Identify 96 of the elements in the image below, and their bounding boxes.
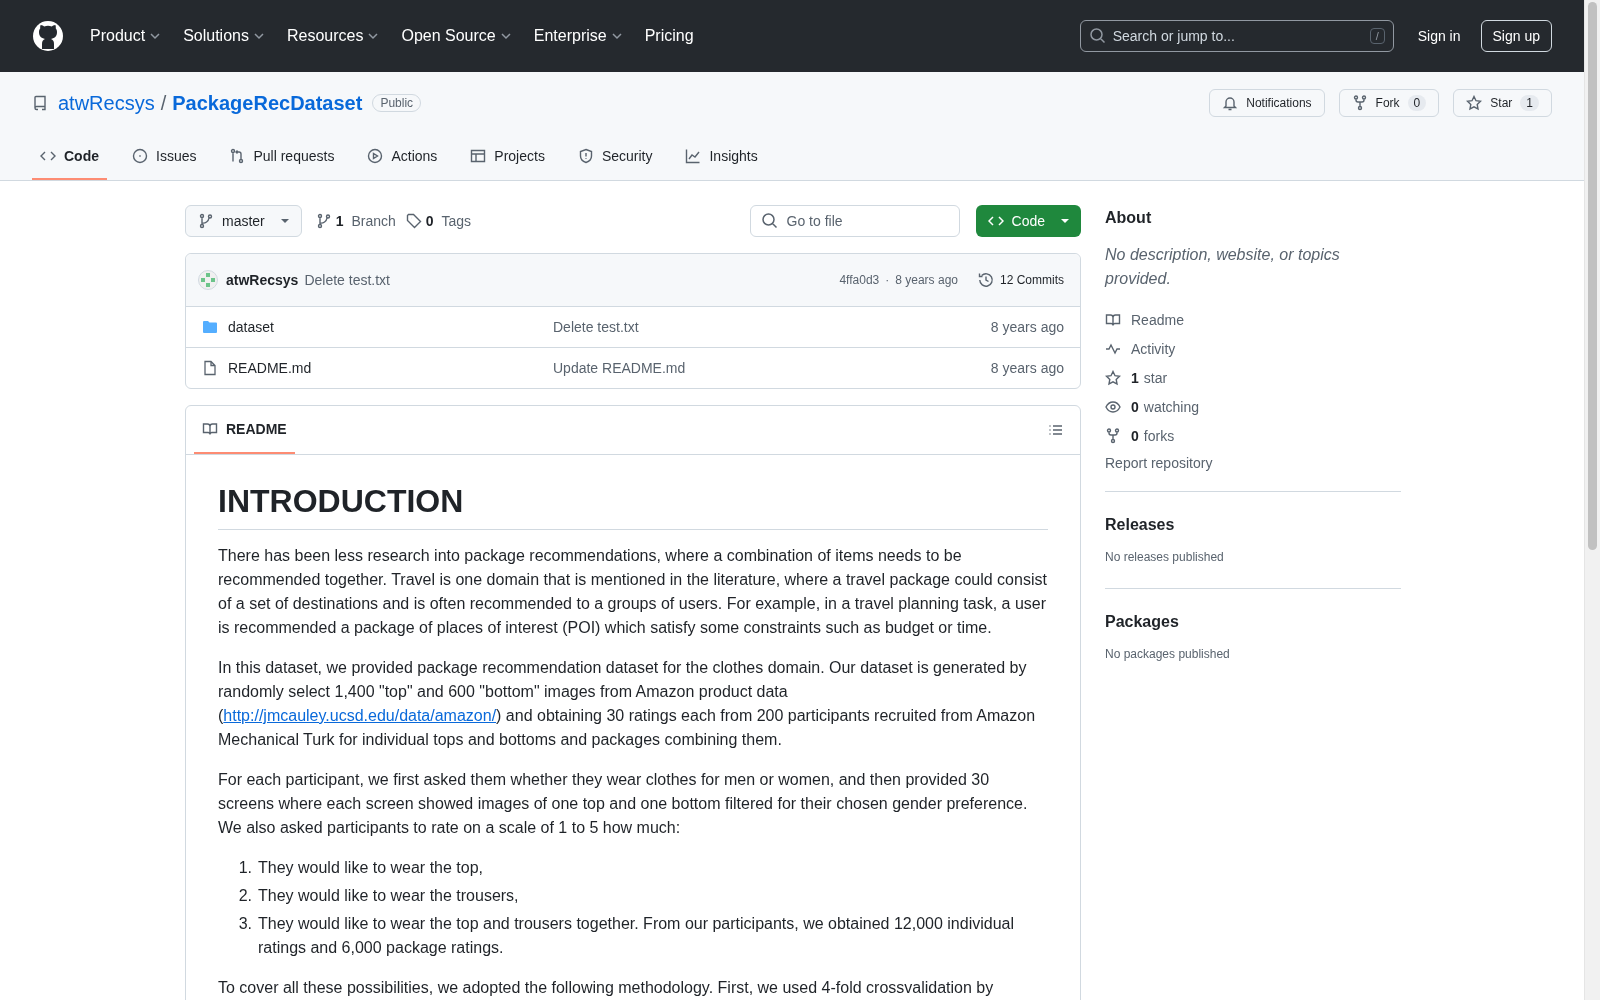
logo-icon[interactable] <box>32 20 64 52</box>
branches-link[interactable]: 1 Branch <box>315 213 396 229</box>
commit-message-link[interactable]: Delete test.txt <box>553 319 991 335</box>
fork-icon <box>1105 427 1121 444</box>
branch-icon <box>315 213 332 229</box>
star-icon <box>1466 95 1483 111</box>
list-number: 2. <box>237 886 252 906</box>
folder-icon <box>202 319 218 335</box>
repo-tab[interactable]: Pull requests <box>221 140 343 180</box>
file-name-link[interactable]: dataset <box>228 319 553 335</box>
report-repository-link[interactable]: Report repository <box>1105 455 1401 492</box>
history-icon <box>978 272 994 288</box>
sign-in-link[interactable]: Sign in <box>1417 28 1461 44</box>
bell-icon <box>1222 95 1239 111</box>
section-heading: Packages <box>1105 613 1180 631</box>
sidebar-link[interactable]: Activity <box>1105 334 1401 363</box>
tags-link[interactable]: 0 Tags <box>405 213 472 229</box>
table-icon <box>470 148 487 164</box>
scrollbar[interactable] <box>1584 0 1600 1000</box>
eye-icon <box>1105 398 1121 415</box>
list-item-text: They would like to wear the trousers, <box>258 886 519 906</box>
repo-name-link[interactable]: PackageRecDataset <box>172 91 363 115</box>
book-icon <box>202 421 218 437</box>
identicon-avatar <box>198 270 218 290</box>
nav-menu-item[interactable]: Open Source <box>393 21 522 51</box>
shield-icon <box>577 148 594 164</box>
search-icon <box>761 213 778 229</box>
nav-menu-item[interactable]: Product <box>82 21 172 51</box>
path-separator: / <box>160 91 167 115</box>
outline-list-icon[interactable] <box>1048 422 1064 438</box>
scrollbar-thumb[interactable] <box>1588 2 1597 550</box>
nav-menu-item[interactable]: Enterprise <box>525 21 633 51</box>
repo-tab[interactable]: Actions <box>359 140 446 180</box>
repo-description: No description, website, or topics provided. <box>1105 245 1341 289</box>
about-heading: About <box>1105 209 1153 227</box>
sign-up-button[interactable]: Sign up <box>1480 20 1552 52</box>
file-icon <box>202 360 218 376</box>
paragraph: In this dataset, we provided package recommendation dataset for the clothes domain. Our dataset is generated by randomly select 1,400 "top" and 600 "bottom" images from Amazon product data (http://jmcauley.ucsd.edu/data/amazon/) and obtaining 30 ratings each from 200 participants recruited from Amazon Mechanical Turk for individual tops and bottoms and packages combining them. <box>218 658 1037 750</box>
book-icon <box>1105 311 1121 328</box>
nav-menu-item[interactable]: Solutions <box>175 21 275 51</box>
paragraph: There has been less research into package recommendations, where a combination of items needs to be recommended together. Travel is one domain that is mentioned in the literature, where a travel package could consist of a set of destinations and is often recommended to a groups of users. For example, in a travel planning task, a user is recommended a package of places of interest (POI) which satisfy some constraints such as budget or time. <box>218 546 1048 638</box>
file-name-link[interactable]: README.md <box>228 360 553 376</box>
sidebar-link[interactable]: 1 star <box>1105 363 1401 392</box>
fork-icon <box>1351 95 1368 111</box>
sidebar-link[interactable]: Readme <box>1105 305 1401 334</box>
play-icon <box>367 148 384 164</box>
graph-icon <box>685 148 702 164</box>
sidebar-link[interactable]: 0 watching <box>1105 392 1401 421</box>
sidebar-link[interactable]: 0 forks <box>1105 421 1401 450</box>
commit-author[interactable]: atwRecsys <box>226 272 299 288</box>
branch-icon <box>198 213 214 229</box>
nav-menu-item[interactable]: Pricing <box>636 21 702 51</box>
file-age: 8 years ago <box>990 360 1064 376</box>
section-heading: Releases <box>1105 516 1176 534</box>
repo-tab[interactable]: Issues <box>124 140 205 180</box>
caret-icon <box>1061 219 1069 223</box>
go-to-file-field[interactable]: Go to file <box>749 205 960 237</box>
paragraph: To cover all these possibilities, we adopted the following methodology. First, we used 4-fold crossvalidation by <box>218 978 995 998</box>
repository-icon <box>32 95 48 111</box>
counter: 0 <box>1407 95 1427 111</box>
star-icon <box>1105 369 1121 386</box>
commit-message-link[interactable]: Update README.md <box>553 360 991 376</box>
branch-selector[interactable]: master <box>185 205 302 237</box>
repo-tab[interactable]: Code <box>32 140 107 180</box>
repo-tab[interactable]: Insights <box>677 140 766 180</box>
empty-state-text: No packages published <box>1105 647 1231 661</box>
bell-button[interactable]: Notifications <box>1209 89 1325 117</box>
repo-tab[interactable]: Projects <box>462 140 553 180</box>
list-item-text: They would like to wear the top, <box>258 858 483 878</box>
paragraph: For each participant, we first asked them whether they wear clothes for men or women, and then provided 30 screens where each screen showed images of one top and one bottom filtered for their chosen gender preference. We also asked participants to rate on a scale of 1 to 5 how much: <box>218 770 1029 838</box>
empty-state-text: No releases published <box>1105 550 1225 564</box>
list-number: 3. <box>237 914 252 934</box>
counter: 1 <box>1520 95 1539 111</box>
commit-hash[interactable]: 4ffa0d3 <box>839 273 880 287</box>
fork-button[interactable]: Fork 0 <box>1338 89 1440 117</box>
pull-request-icon <box>229 148 246 164</box>
commit-message[interactable]: Delete test.txt <box>304 272 390 288</box>
readme-heading: INTRODUCTION <box>218 481 1048 530</box>
code-button[interactable]: Code <box>975 205 1081 237</box>
search-icon <box>1089 28 1106 44</box>
commits-link[interactable]: 12 Commits <box>978 272 1064 288</box>
list-item-text: They would like to wear the top and trousers together. From our participants, we obtained 12,000 individual ratings and 6,000 package ratings. <box>258 914 1015 958</box>
star-button[interactable]: Star 1 <box>1453 89 1552 117</box>
repo-owner-link[interactable]: atwRecsys <box>58 91 155 115</box>
tag-icon <box>405 213 422 229</box>
repo-tab[interactable]: Security <box>569 140 661 180</box>
readme-tab[interactable]: README <box>194 406 295 454</box>
commit-age: 8 years ago <box>895 273 958 287</box>
url-link[interactable]: http://jmcauley.ucsd.edu/data/amazon/ <box>223 707 497 724</box>
nav-menu-item[interactable]: Resources <box>278 21 390 51</box>
issue-icon <box>132 148 148 164</box>
shortcut-key: / <box>1369 28 1385 44</box>
separator-dot: · <box>885 273 890 287</box>
file-age: 8 years ago <box>990 319 1064 335</box>
caret-icon <box>280 219 289 223</box>
list-number: 1. <box>237 858 252 878</box>
